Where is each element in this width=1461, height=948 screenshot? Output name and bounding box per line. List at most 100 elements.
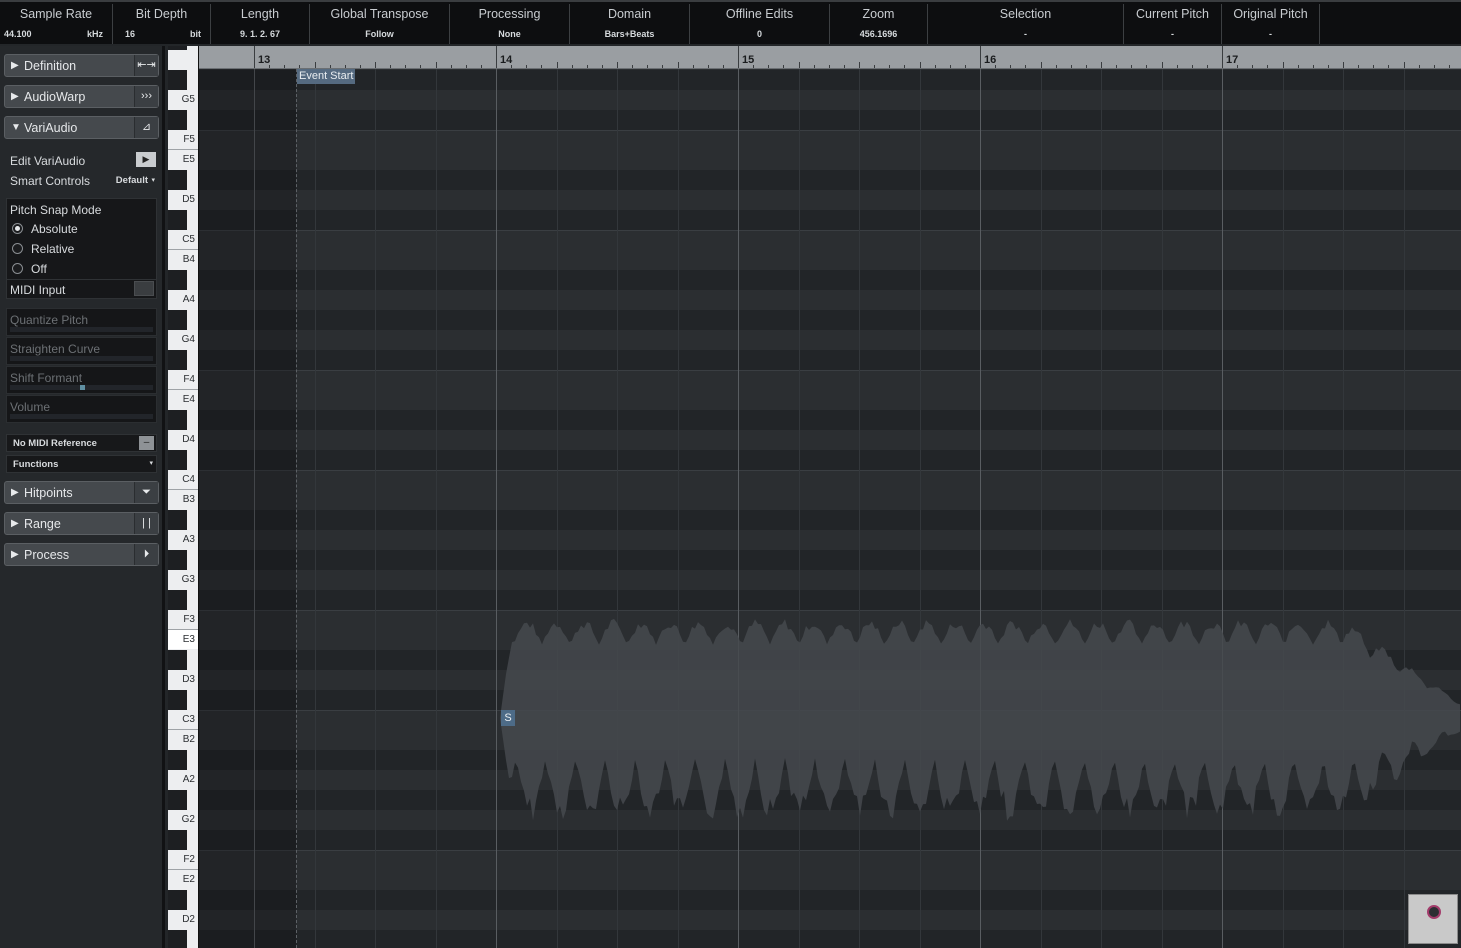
sub-tick (1192, 65, 1193, 68)
black-key[interactable] (168, 590, 187, 610)
black-key[interactable] (168, 210, 187, 230)
sub-tick (451, 65, 452, 68)
black-key[interactable] (168, 310, 187, 330)
section-label: Hitpoints (24, 486, 73, 500)
key-label: E4 (182, 394, 195, 405)
sub-tick (1071, 65, 1072, 68)
variaudio-icon[interactable]: ⊿ (134, 117, 158, 138)
pitch-snap-title: Pitch Snap Mode (10, 203, 102, 217)
info-value: Bars+Beats (604, 29, 655, 39)
key-label: G5 (181, 94, 195, 105)
radio-off-label[interactable]: Off (31, 262, 47, 276)
segment-marker[interactable]: S (501, 710, 515, 726)
slider-track[interactable] (10, 356, 153, 361)
midi-input-toggle[interactable] (134, 281, 154, 296)
section-process[interactable]: ▶ Process ⏵ (4, 543, 159, 566)
sub-tick (1177, 65, 1178, 68)
sub-tick (541, 65, 542, 68)
event-start-line[interactable] (296, 69, 297, 948)
beat-tick (1283, 62, 1284, 68)
beat-tick (315, 62, 316, 68)
smart-controls-row[interactable]: Smart Controls Default ▾ (6, 173, 156, 193)
sub-tick (1207, 65, 1208, 68)
black-key[interactable] (168, 70, 187, 90)
slider-track[interactable] (10, 327, 153, 332)
info-domain[interactable]: Domain Bars+Beats (570, 4, 690, 44)
sub-tick (481, 65, 482, 68)
sub-tick (1449, 65, 1450, 68)
info-current-pitch[interactable]: Current Pitch - (1124, 4, 1222, 44)
section-definition[interactable]: ▶ Definition ⇤⇥ (4, 54, 159, 77)
volume-slider[interactable]: Volume (6, 395, 157, 423)
info-global-transpose[interactable]: Global Transpose Follow (310, 4, 450, 44)
definition-icon[interactable]: ⇤⇥ (134, 55, 158, 76)
beat-tick (617, 62, 618, 68)
midi-reference-row[interactable]: No MIDI Reference – (6, 434, 157, 452)
info-bit-depth[interactable]: Bit Depth 16 bit (113, 4, 211, 44)
process-icon[interactable]: ⏵ (134, 544, 158, 565)
remove-icon[interactable]: – (139, 436, 154, 450)
black-key[interactable] (168, 550, 187, 570)
info-length[interactable]: Length 9. 1. 2. 67 (211, 4, 310, 44)
black-key[interactable] (168, 930, 187, 948)
info-original-pitch[interactable]: Original Pitch - (1222, 4, 1320, 44)
functions-dropdown[interactable]: Functions ▾ (6, 455, 157, 473)
info-processing[interactable]: Processing None (450, 4, 570, 44)
pitch-editor-grid[interactable]: Event Start S (199, 69, 1461, 948)
range-icon[interactable]: | | (134, 513, 158, 534)
section-audiowarp[interactable]: ▶ AudioWarp ››› (4, 85, 159, 108)
black-key[interactable] (168, 110, 187, 130)
black-key[interactable] (168, 350, 187, 370)
quantize-pitch-slider[interactable]: Quantize Pitch (6, 308, 157, 336)
black-key[interactable] (168, 270, 187, 290)
black-key[interactable] (168, 46, 187, 50)
midi-reference-label: No MIDI Reference (13, 438, 97, 449)
radio-relative[interactable] (12, 243, 23, 254)
section-range[interactable]: ▶ Range | | (4, 512, 159, 535)
sample-editor-window: Sample Rate 44.100 kHz Bit Depth 16 bit … (0, 0, 1461, 948)
info-zoom[interactable]: Zoom 456.1696 (830, 4, 928, 44)
slider-track[interactable] (10, 414, 153, 419)
shift-formant-slider[interactable]: Shift Formant (6, 366, 157, 394)
edit-variaudio-row[interactable]: Edit VariAudio ▶ (6, 152, 156, 172)
info-label: Current Pitch (1136, 7, 1209, 21)
info-sample-rate[interactable]: Sample Rate 44.100 kHz (0, 4, 113, 44)
audiowarp-icon[interactable]: ››› (134, 86, 158, 107)
radio-relative-label[interactable]: Relative (31, 242, 74, 256)
section-hitpoints[interactable]: ▶ Hitpoints ⏷ (4, 481, 159, 504)
black-key[interactable] (168, 830, 187, 850)
black-key[interactable] (168, 790, 187, 810)
info-offline-edits[interactable]: Offline Edits 0 (690, 4, 830, 44)
hitpoints-icon[interactable]: ⏷ (134, 482, 158, 503)
pointer-tool-icon[interactable]: ▶ (136, 152, 156, 167)
radio-off[interactable] (12, 263, 23, 274)
sub-tick (602, 65, 603, 68)
black-key[interactable] (168, 510, 187, 530)
logo-icon (1427, 905, 1441, 919)
slider-knob[interactable] (79, 385, 85, 390)
black-key[interactable] (168, 170, 187, 190)
section-variaudio[interactable]: ▼ VariAudio ⊿ (4, 116, 159, 139)
black-key[interactable] (168, 410, 187, 430)
black-key[interactable] (168, 650, 187, 670)
info-value: Follow (365, 29, 394, 39)
waveform (500, 618, 1460, 821)
black-key[interactable] (168, 890, 187, 910)
info-selection[interactable]: Selection - (928, 4, 1124, 44)
sub-tick (768, 65, 769, 68)
black-key[interactable] (168, 450, 187, 470)
straighten-curve-slider[interactable]: Straighten Curve (6, 337, 157, 365)
black-key[interactable] (168, 690, 187, 710)
timeline-ruler[interactable]: 13 14 15 16 17 (199, 46, 1461, 69)
piano-keyboard[interactable]: G5 F5 E5 D5 C5 B4 A4 G4 F4 E4 D4 C4 B3 A3 G3 F3 E3 D3 C3 B2… (168, 46, 199, 948)
key-label: B2 (182, 734, 195, 745)
functions-label: Functions (13, 459, 59, 470)
section-label: AudioWarp (24, 90, 86, 104)
info-value: 0 (756, 29, 762, 39)
radio-absolute[interactable] (12, 223, 23, 234)
thumbnail-image (1408, 894, 1458, 944)
smart-controls-value[interactable]: Default (116, 175, 148, 186)
radio-absolute-label[interactable]: Absolute (31, 222, 78, 236)
black-key[interactable] (168, 750, 187, 770)
event-start-flag[interactable]: Event Start (297, 69, 356, 84)
